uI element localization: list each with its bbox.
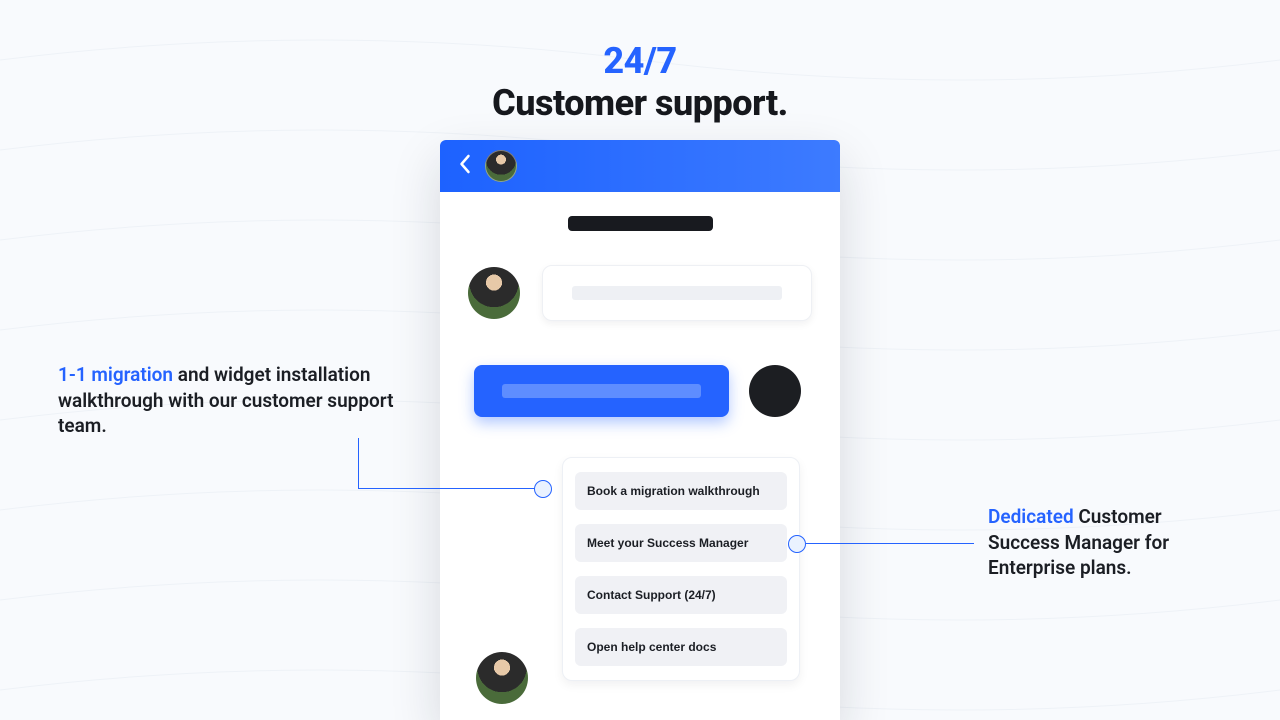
callout-migration-highlight: 1-1 migration <box>58 363 173 386</box>
quick-reply-options: Book a migration walkthrough Meet your S… <box>562 457 800 681</box>
user-message-bubble <box>474 365 729 417</box>
callout-migration: 1-1 migration and widget installation wa… <box>58 362 398 439</box>
callout-connector <box>358 488 536 489</box>
message-placeholder-line <box>502 384 701 398</box>
callout-connector <box>358 438 359 489</box>
chat-header <box>440 140 840 192</box>
back-icon[interactable] <box>458 154 471 178</box>
option-book-migration[interactable]: Book a migration walkthrough <box>575 472 787 510</box>
agent-avatar-small <box>485 150 517 182</box>
callout-csm: Dedicated Customer Success Manager for E… <box>988 504 1228 581</box>
message-placeholder-line <box>572 286 781 300</box>
agent-message-bubble <box>542 265 812 321</box>
option-open-help-docs[interactable]: Open help center docs <box>575 628 787 666</box>
chat-time-separator <box>568 216 713 231</box>
agent-avatar <box>468 267 520 319</box>
callout-anchor-dot <box>788 535 806 553</box>
callout-connector <box>806 543 974 544</box>
callout-anchor-dot <box>534 480 552 498</box>
chat-window: Book a migration walkthrough Meet your S… <box>440 140 840 720</box>
headline-accent: 24/7 <box>0 40 1280 82</box>
agent-message-row <box>468 265 812 321</box>
agent-avatar-lower <box>476 652 528 704</box>
option-contact-support[interactable]: Contact Support (24/7) <box>575 576 787 614</box>
option-meet-success-mgr[interactable]: Meet your Success Manager <box>575 524 787 562</box>
user-message-row <box>468 365 812 417</box>
page-headline: 24/7 Customer support. <box>0 40 1280 124</box>
callout-csm-highlight: Dedicated <box>988 505 1074 528</box>
user-avatar <box>749 365 801 417</box>
headline-main: Customer support. <box>0 82 1280 124</box>
chat-body: Book a migration walkthrough Meet your S… <box>440 192 840 681</box>
